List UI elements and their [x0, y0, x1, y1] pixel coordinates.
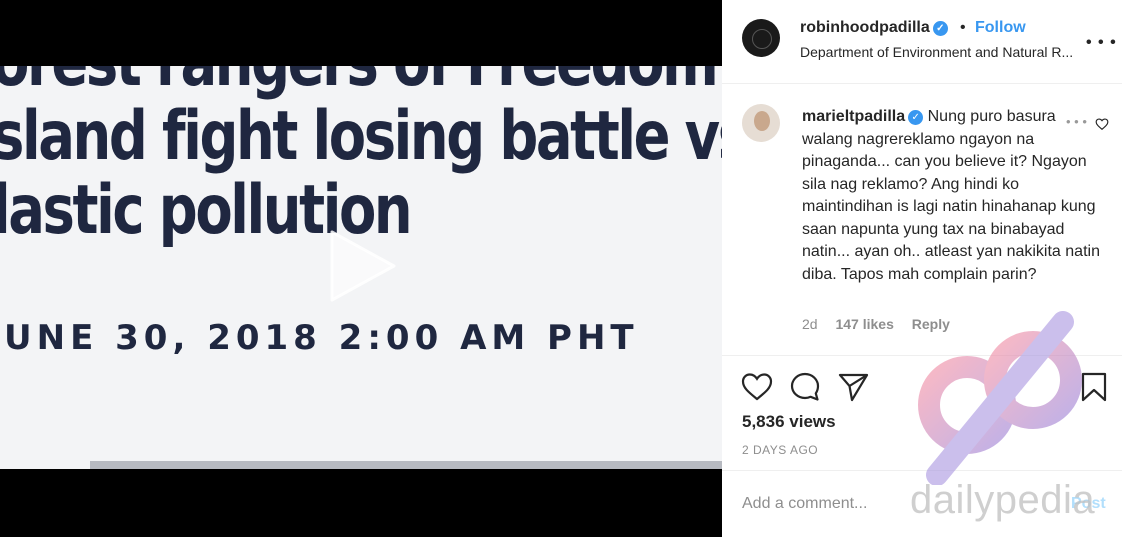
more-options-icon[interactable]: • • • — [1086, 34, 1117, 52]
verified-badge-icon: ✓ — [908, 110, 924, 125]
comment-more-icon[interactable]: • • • — [1066, 114, 1087, 129]
follow-button[interactable]: Follow — [975, 19, 1026, 37]
post-username[interactable]: robinhoodpadilla ✓ — [800, 19, 948, 37]
reply-button[interactable]: Reply — [912, 316, 950, 332]
like-heart-icon[interactable] — [740, 370, 774, 404]
action-bar — [722, 370, 1122, 406]
post-timestamp: 2 DAYS AGO — [742, 443, 819, 457]
share-send-icon[interactable] — [836, 370, 870, 404]
comment-meta: 2d 147 likes Reply — [802, 316, 964, 332]
comment-bubble-icon[interactable] — [788, 370, 822, 404]
video-dateline: UNE 30, 2018 2:00 AM PHT — [4, 318, 639, 358]
comment-like-heart-icon[interactable] — [1095, 117, 1109, 131]
comment-likes[interactable]: 147 likes — [835, 316, 893, 332]
post-location[interactable]: Department of Environment and Natural R.… — [800, 44, 1100, 60]
view-count[interactable]: 5,836 views — [742, 412, 836, 432]
headline-line-1: orest rangers of Freedom — [0, 66, 719, 100]
video-player[interactable]: orest rangers of Freedom sland fight los… — [0, 0, 722, 537]
post-comment-button[interactable]: Post — [1071, 495, 1106, 513]
video-bottom-strip — [90, 461, 722, 469]
headline-line-3: lastic pollution — [0, 171, 413, 250]
play-icon[interactable] — [322, 226, 402, 306]
comment-item: marieltpadilla ✓ Nung puro basura walang … — [722, 84, 1122, 356]
video-headline: orest rangers of Freedom sland fight los… — [0, 66, 722, 250]
post-panel: robinhoodpadilla ✓ • Follow Department of… — [722, 0, 1122, 537]
avatar[interactable] — [742, 19, 780, 57]
comment-age: 2d — [802, 316, 818, 332]
comment-avatar[interactable] — [742, 104, 780, 142]
bookmark-save-icon[interactable] — [1077, 370, 1111, 404]
comment-text: Nung puro basura walang nagrereklamo nga… — [802, 108, 1100, 283]
comment-body: marieltpadilla ✓ Nung puro basura walang … — [802, 106, 1102, 286]
headline-line-2: sland fight losing battle vs — [0, 97, 722, 176]
comment-username[interactable]: marieltpadilla — [802, 108, 905, 125]
separator-dot: • — [960, 19, 966, 36]
verified-badge-icon: ✓ — [932, 21, 948, 36]
comment-composer: Add a comment... Post — [722, 470, 1122, 537]
post-username-text[interactable]: robinhoodpadilla — [800, 19, 930, 36]
post-header: robinhoodpadilla ✓ • Follow Department of… — [722, 0, 1122, 84]
comment-input[interactable]: Add a comment... — [742, 495, 867, 513]
